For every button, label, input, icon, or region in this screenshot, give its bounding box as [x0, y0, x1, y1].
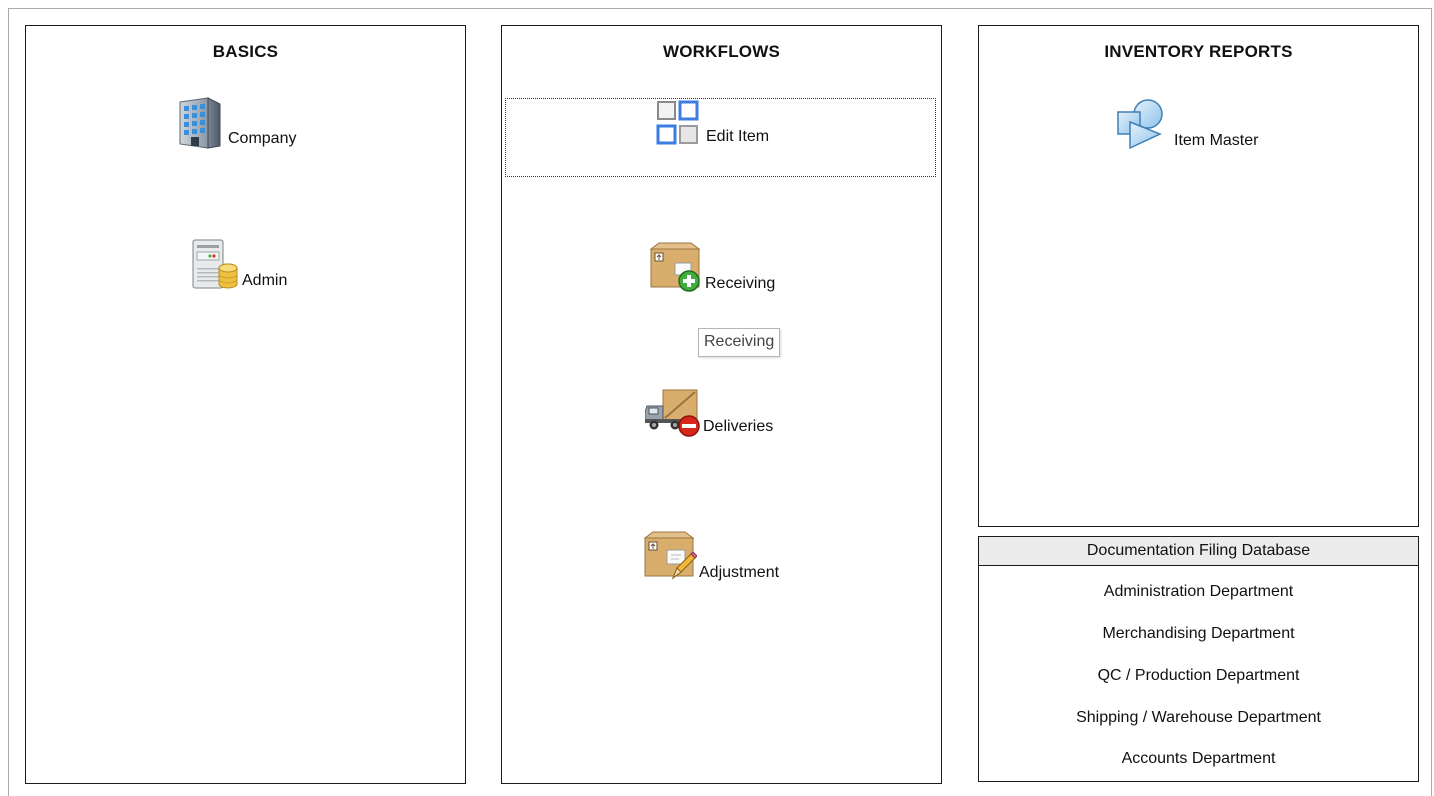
- shapes-report-icon: [1117, 99, 1163, 150]
- shipping-warehouse-department-link[interactable]: Shipping / Warehouse Department: [979, 709, 1418, 727]
- edit-item-label: Edit Item: [706, 128, 770, 145]
- administration-department-link[interactable]: Administration Department: [979, 583, 1418, 601]
- company-button[interactable]: Company: [176, 96, 296, 150]
- qc-production-department-link[interactable]: QC / Production Department: [979, 667, 1418, 685]
- box-edit-icon: [643, 531, 697, 580]
- admin-label: Admin: [242, 272, 288, 289]
- workflows-title: WORKFLOWS: [663, 42, 780, 61]
- edit-grid-icon: [656, 100, 699, 145]
- deliveries-button[interactable]: Deliveries: [645, 382, 773, 438]
- server-database-icon: [192, 239, 238, 289]
- workflows-panel: WORKFLOWS Edit Item Receiving Receiving: [501, 25, 942, 784]
- receiving-button[interactable]: Receiving: [647, 239, 775, 295]
- basics-title: BASICS: [212, 42, 279, 61]
- admin-button[interactable]: Admin: [190, 238, 287, 292]
- documentation-title: Documentation Filing Database: [979, 537, 1418, 566]
- company-label: Company: [228, 130, 297, 147]
- item-master-label: Item Master: [1174, 132, 1259, 149]
- receiving-tooltip: Receiving: [698, 328, 781, 357]
- basics-panel: BASICS Company Admin: [25, 25, 466, 784]
- merchandising-department-link[interactable]: Merchandising Department: [979, 625, 1418, 643]
- item-master-button[interactable]: Item Master: [1116, 96, 1258, 152]
- box-add-icon: [649, 242, 701, 292]
- inventory-reports-title: INVENTORY REPORTS: [1104, 42, 1293, 61]
- adjustment-label: Adjustment: [699, 564, 780, 581]
- edit-item-button[interactable]: Edit Item: [654, 98, 769, 148]
- accounts-department-link[interactable]: Accounts Department: [979, 750, 1418, 768]
- receiving-label: Receiving: [705, 275, 776, 292]
- documentation-panel: Documentation Filing Database Administra…: [978, 536, 1419, 782]
- truck-remove-icon: [645, 389, 700, 437]
- inventory-reports-panel: INVENTORY REPORTS Item Master: [978, 25, 1419, 527]
- deliveries-label: Deliveries: [703, 418, 774, 435]
- building-icon: [179, 97, 221, 149]
- adjustment-button[interactable]: Adjustment: [641, 528, 779, 584]
